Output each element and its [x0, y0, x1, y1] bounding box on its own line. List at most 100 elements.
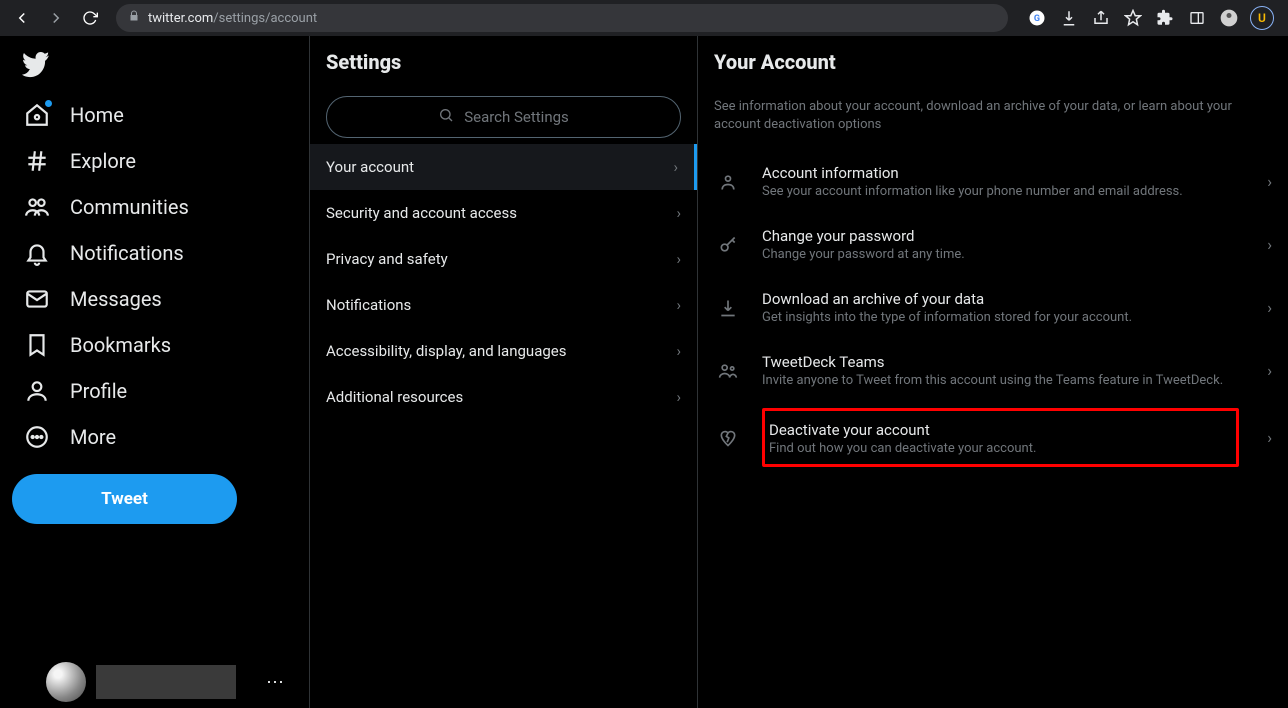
more-icon: [24, 424, 50, 450]
chevron-right-icon: ›: [676, 204, 681, 222]
detail-column: Your Account See information about your …: [698, 36, 1288, 708]
nav-messages[interactable]: Messages: [12, 276, 174, 322]
option-title: Deactivate your account: [769, 421, 1222, 439]
hash-icon: [24, 148, 50, 174]
url-path: /settings/account: [213, 11, 317, 26]
chevron-right-icon: ›: [1267, 298, 1272, 317]
download-icon[interactable]: [1058, 7, 1080, 29]
option-tweetdeck-teams[interactable]: TweetDeck Teams Invite anyone to Tweet f…: [698, 339, 1288, 402]
option-sub: Find out how you can deactivate your acc…: [769, 441, 1222, 456]
nav-label: Home: [70, 103, 124, 127]
primary-nav: Home Explore Communities Notifications M…: [0, 36, 310, 708]
chevron-right-icon: ›: [1267, 235, 1272, 254]
option-sub: Get insights into the type of informatio…: [762, 310, 1247, 325]
settings-item-your-account[interactable]: Your account ›: [310, 144, 697, 190]
option-title: Download an archive of your data: [762, 290, 1247, 308]
option-change-password[interactable]: Change your password Change your passwor…: [698, 213, 1288, 276]
avatar-letter: U: [1258, 11, 1266, 25]
back-button[interactable]: [8, 4, 36, 32]
chevron-right-icon: ›: [1267, 172, 1272, 191]
chevron-right-icon: ›: [676, 296, 681, 314]
panel-icon[interactable]: [1186, 7, 1208, 29]
search-icon: [438, 107, 454, 127]
settings-column: Settings Search Settings Your account › …: [310, 36, 698, 708]
nav-bookmarks[interactable]: Bookmarks: [12, 322, 183, 368]
chevron-right-icon: ›: [673, 158, 678, 176]
address-bar[interactable]: twitter.com/settings/account: [116, 4, 1008, 32]
tweet-button[interactable]: Tweet: [12, 474, 237, 524]
option-download-archive[interactable]: Download an archive of your data Get ins…: [698, 276, 1288, 339]
more-dots-icon: ⋯: [266, 672, 284, 693]
option-title: TweetDeck Teams: [762, 353, 1247, 371]
chevron-right-icon: ›: [676, 388, 681, 406]
settings-item-privacy[interactable]: Privacy and safety ›: [310, 236, 697, 282]
account-redacted: [96, 665, 236, 699]
option-title: Account information: [762, 164, 1247, 182]
home-icon: [24, 102, 50, 128]
settings-item-label: Additional resources: [326, 388, 463, 406]
nav-home[interactable]: Home: [12, 92, 136, 138]
nav-label: Notifications: [70, 241, 184, 265]
option-title: Change your password: [762, 227, 1247, 245]
avatar: [46, 662, 86, 702]
nav-explore[interactable]: Explore: [12, 138, 148, 184]
tweet-label: Tweet: [101, 489, 148, 509]
bell-icon: [24, 240, 50, 266]
settings-item-label: Accessibility, display, and languages: [326, 342, 566, 360]
option-sub: Invite anyone to Tweet from this account…: [762, 373, 1247, 388]
key-icon: [714, 235, 742, 255]
settings-item-additional[interactable]: Additional resources ›: [310, 374, 697, 420]
twitter-logo[interactable]: [12, 44, 309, 92]
nav-label: Explore: [70, 149, 136, 173]
person-icon: [24, 378, 50, 404]
share-icon[interactable]: [1090, 7, 1112, 29]
person-icon: [714, 172, 742, 192]
chevron-right-icon: ›: [676, 250, 681, 268]
notification-dot: [45, 100, 52, 107]
browser-avatar[interactable]: U: [1250, 6, 1274, 30]
heartbreak-icon: [714, 428, 742, 448]
mail-icon: [24, 286, 50, 312]
bookmark-icon: [24, 332, 50, 358]
settings-search[interactable]: Search Settings: [326, 96, 681, 138]
account-switcher[interactable]: ⋯: [46, 662, 284, 702]
option-deactivate-account[interactable]: Deactivate your account Find out how you…: [698, 402, 1288, 473]
settings-item-accessibility[interactable]: Accessibility, display, and languages ›: [310, 328, 697, 374]
url-host: twitter.com: [148, 11, 213, 26]
nav-label: Communities: [70, 195, 189, 219]
svg-text:G: G: [1034, 14, 1040, 24]
browser-toolbar: twitter.com/settings/account G U: [0, 0, 1288, 36]
settings-item-label: Privacy and safety: [326, 250, 448, 268]
settings-item-label: Notifications: [326, 296, 411, 314]
star-icon[interactable]: [1122, 7, 1144, 29]
forward-button[interactable]: [42, 4, 70, 32]
extensions-icon[interactable]: [1154, 7, 1176, 29]
nav-profile[interactable]: Profile: [12, 368, 139, 414]
settings-item-notifications[interactable]: Notifications ›: [310, 282, 697, 328]
nav-more[interactable]: More: [12, 414, 128, 460]
chevron-right-icon: ›: [1267, 428, 1272, 447]
nav-label: Bookmarks: [70, 333, 171, 357]
settings-item-label: Security and account access: [326, 204, 517, 222]
detail-description: See information about your account, down…: [698, 88, 1258, 150]
lock-icon: [128, 10, 140, 26]
chevron-right-icon: ›: [676, 342, 681, 360]
settings-item-label: Your account: [326, 158, 414, 176]
highlight-annotation: Deactivate your account Find out how you…: [762, 408, 1239, 467]
extension-icons: G U: [1020, 6, 1280, 30]
chevron-right-icon: ›: [1267, 361, 1272, 380]
nav-communities[interactable]: Communities: [12, 184, 201, 230]
google-icon[interactable]: G: [1026, 7, 1048, 29]
settings-title: Settings: [310, 36, 697, 88]
nav-label: Profile: [70, 379, 127, 403]
option-account-information[interactable]: Account information See your account inf…: [698, 150, 1288, 213]
profile-extension-icon[interactable]: [1218, 7, 1240, 29]
nav-notifications[interactable]: Notifications: [12, 230, 196, 276]
nav-label: Messages: [70, 287, 162, 311]
settings-item-security[interactable]: Security and account access ›: [310, 190, 697, 236]
detail-title: Your Account: [698, 36, 1288, 88]
reload-button[interactable]: [76, 4, 104, 32]
communities-icon: [24, 194, 50, 220]
option-sub: See your account information like your p…: [762, 184, 1247, 199]
teams-icon: [714, 361, 742, 381]
